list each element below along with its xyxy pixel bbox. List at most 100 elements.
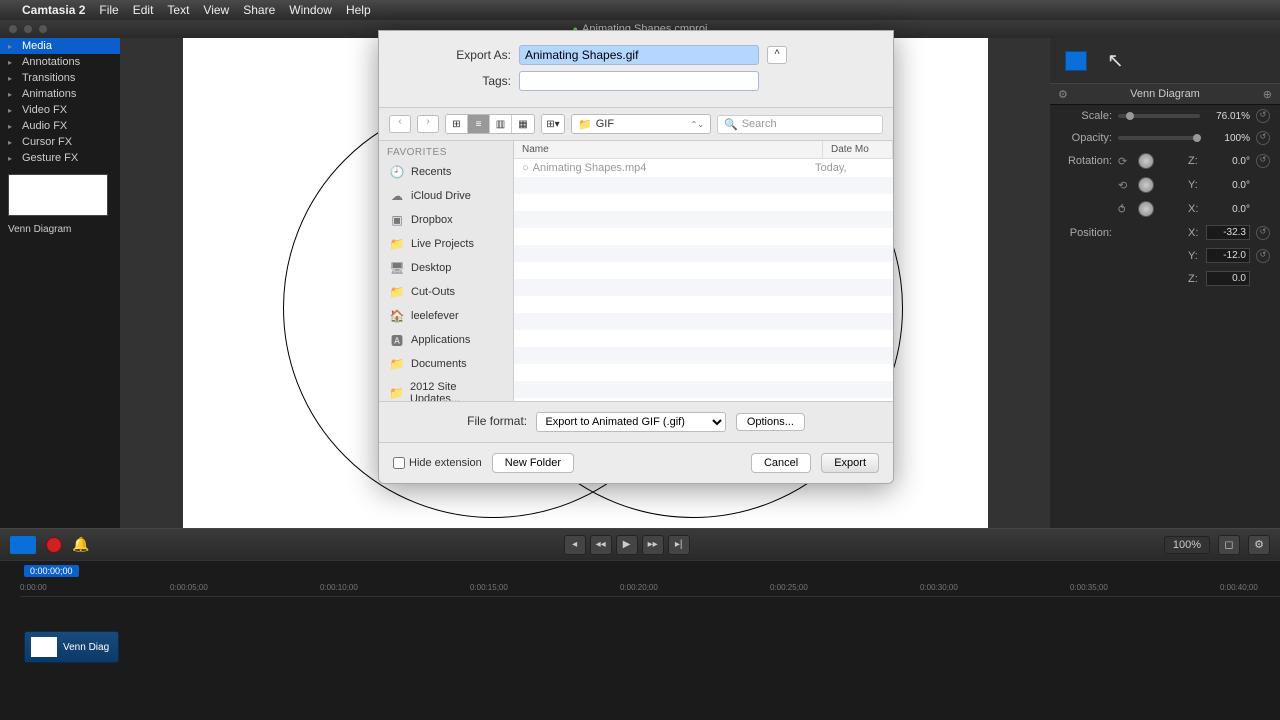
sidebar-item-icloud[interactable]: ☁︎iCloud Drive <box>379 184 513 208</box>
position-y-reset-icon[interactable]: ↺ <box>1256 249 1270 263</box>
file-row[interactable]: ○Animating Shapes.mp4 Today, <box>514 159 893 177</box>
tool-sidebar: ▸Media ▸Annotations ▸Transitions ▸Animat… <box>0 38 120 528</box>
tab-videofx[interactable]: ▸Video FX <box>0 102 120 118</box>
menu-text[interactable]: Text <box>167 3 189 17</box>
folder-icon: 📁 <box>389 386 404 400</box>
recents-icon: 🕘 <box>389 165 405 179</box>
file-format-select[interactable]: Export to Animated GIF (.gif) <box>536 412 726 432</box>
rotate-y-icon: ⟲ <box>1118 179 1132 192</box>
rotate-x-icon: ⥀ <box>1118 203 1132 216</box>
zoom-level[interactable]: 100% <box>1164 536 1210 554</box>
step-fwd-button[interactable]: ▸▸ <box>642 535 664 555</box>
sidebar-item-recents[interactable]: 🕘Recents <box>379 160 513 184</box>
rotation-y-value: 0.0° <box>1206 180 1250 191</box>
view-mode-segment[interactable]: ⊞ ≡ ▥ ▦ <box>445 114 535 134</box>
tab-gesturefx[interactable]: ▸Gesture FX <box>0 150 120 166</box>
gallery-view-icon[interactable]: ▦ <box>512 115 534 133</box>
collapse-button[interactable]: ˄ <box>767 46 787 64</box>
menu-view[interactable]: View <box>203 3 229 17</box>
settings-button[interactable]: ⚙ <box>1248 535 1270 555</box>
new-folder-button[interactable]: New Folder <box>492 453 574 473</box>
position-x-input[interactable]: -32.3 <box>1206 225 1250 240</box>
tab-media[interactable]: ▸Media <box>0 38 120 54</box>
opacity-slider[interactable] <box>1118 136 1200 140</box>
sidebar-item-cutouts[interactable]: 📁Cut-Outs <box>379 280 513 304</box>
cancel-button[interactable]: Cancel <box>751 453 811 473</box>
scale-value: 76.01% <box>1206 111 1250 122</box>
tab-annotations[interactable]: ▸Annotations <box>0 54 120 70</box>
options-button[interactable]: Options... <box>736 413 805 431</box>
list-view-icon[interactable]: ≡ <box>468 115 490 133</box>
tab-audiofx[interactable]: ▸Audio FX <box>0 118 120 134</box>
rotation-y-dial[interactable] <box>1138 177 1154 193</box>
folder-icon: 📁 <box>389 285 405 299</box>
cursor-tab-icon[interactable]: ↖ <box>1107 48 1124 73</box>
play-button[interactable]: ▶ <box>616 535 638 555</box>
prev-frame-button[interactable]: ◂ <box>564 535 586 555</box>
rotation-reset-icon[interactable]: ↺ <box>1256 154 1270 168</box>
icon-view-icon[interactable]: ⊞ <box>446 115 468 133</box>
step-back-button[interactable]: ◂◂ <box>590 535 612 555</box>
bell-icon[interactable]: 🔔 <box>72 536 89 553</box>
crop-button[interactable]: ◻ <box>1218 535 1240 555</box>
menu-file[interactable]: File <box>99 3 118 17</box>
position-x-reset-icon[interactable]: ↺ <box>1256 226 1270 240</box>
scale-slider[interactable] <box>1118 114 1200 118</box>
rotation-x-dial[interactable] <box>1138 201 1154 217</box>
media-thumbnail[interactable] <box>8 174 108 216</box>
opacity-reset-icon[interactable]: ↺ <box>1256 131 1270 145</box>
sidebar-item-liveprojects[interactable]: 📁Live Projects <box>379 232 513 256</box>
sidebar-item-documents[interactable]: 📁Documents <box>379 352 513 376</box>
export-dialog: Export As: ˄ Tags: ‹ › ⊞ ≡ ▥ ▦ ⊞▾ 📁 GIF … <box>378 30 894 484</box>
column-view-icon[interactable]: ▥ <box>490 115 512 133</box>
nav-back-button[interactable]: ‹ <box>389 115 411 133</box>
export-as-label: Export As: <box>399 48 519 62</box>
record-button[interactable] <box>46 537 62 553</box>
folder-icon: 📁 <box>389 237 405 251</box>
tags-input[interactable] <box>519 71 759 91</box>
tags-label: Tags: <box>399 74 519 88</box>
rotate-z-icon: ⟳ <box>1118 155 1132 168</box>
file-format-label: File format: <box>467 414 527 428</box>
tab-transitions[interactable]: ▸Transitions <box>0 70 120 86</box>
position-y-input[interactable]: -12.0 <box>1206 248 1250 263</box>
timeline-clip[interactable]: Venn Diag <box>24 631 119 663</box>
scale-reset-icon[interactable]: ↺ <box>1256 109 1270 123</box>
menu-help[interactable]: Help <box>346 3 371 17</box>
sidebar-item-home[interactable]: 🏠leelefever <box>379 304 513 328</box>
menu-window[interactable]: Window <box>289 3 332 17</box>
position-label: Position: <box>1060 227 1112 239</box>
export-as-input[interactable] <box>519 45 759 65</box>
group-dropdown[interactable]: ⊞▾ <box>541 114 565 134</box>
rotation-z-dial[interactable] <box>1138 153 1154 169</box>
sidebar-item-desktop[interactable]: 🖥Desktop <box>379 256 513 280</box>
camera-icon[interactable] <box>10 536 36 554</box>
export-button[interactable]: Export <box>821 453 879 473</box>
tab-animations[interactable]: ▸Animations <box>0 86 120 102</box>
menu-edit[interactable]: Edit <box>133 3 154 17</box>
app-name[interactable]: Camtasia 2 <box>22 3 85 17</box>
sidebar-item-2012[interactable]: 📁2012 Site Updates... <box>379 376 513 401</box>
favorites-header: Favorites <box>379 145 513 160</box>
timeline[interactable]: 0:00:00;00 0:00:00 0:00:05;00 0:00:10;00… <box>0 560 1280 720</box>
menu-share[interactable]: Share <box>243 3 275 17</box>
file-icon: ○ <box>522 162 529 174</box>
traffic-lights[interactable] <box>8 24 48 34</box>
hide-extension-checkbox[interactable]: Hide extension <box>393 457 482 469</box>
sidebar-item-dropbox[interactable]: ▣Dropbox <box>379 208 513 232</box>
next-frame-button[interactable]: ▸| <box>668 535 690 555</box>
nav-forward-button[interactable]: › <box>417 115 439 133</box>
search-input[interactable]: 🔍 Search <box>717 115 883 134</box>
timeline-ruler[interactable]: 0:00:00 0:00:05;00 0:00:10;00 0:00:15;00… <box>20 579 1280 597</box>
column-name[interactable]: Name <box>514 141 823 158</box>
visual-tab-icon[interactable] <box>1065 51 1087 71</box>
sidebar-item-applications[interactable]: 🅰Applications <box>379 328 513 352</box>
position-z-input[interactable]: 0.0 <box>1206 271 1250 286</box>
clip-thumbnail <box>31 637 57 657</box>
tab-cursorfx[interactable]: ▸Cursor FX <box>0 134 120 150</box>
column-date[interactable]: Date Mo <box>823 141 893 158</box>
location-dropdown[interactable]: 📁 GIF ⌃⌄ <box>571 114 711 134</box>
opacity-value: 100% <box>1206 133 1250 144</box>
applications-icon: 🅰 <box>389 333 405 347</box>
opacity-label: Opacity: <box>1060 132 1112 144</box>
